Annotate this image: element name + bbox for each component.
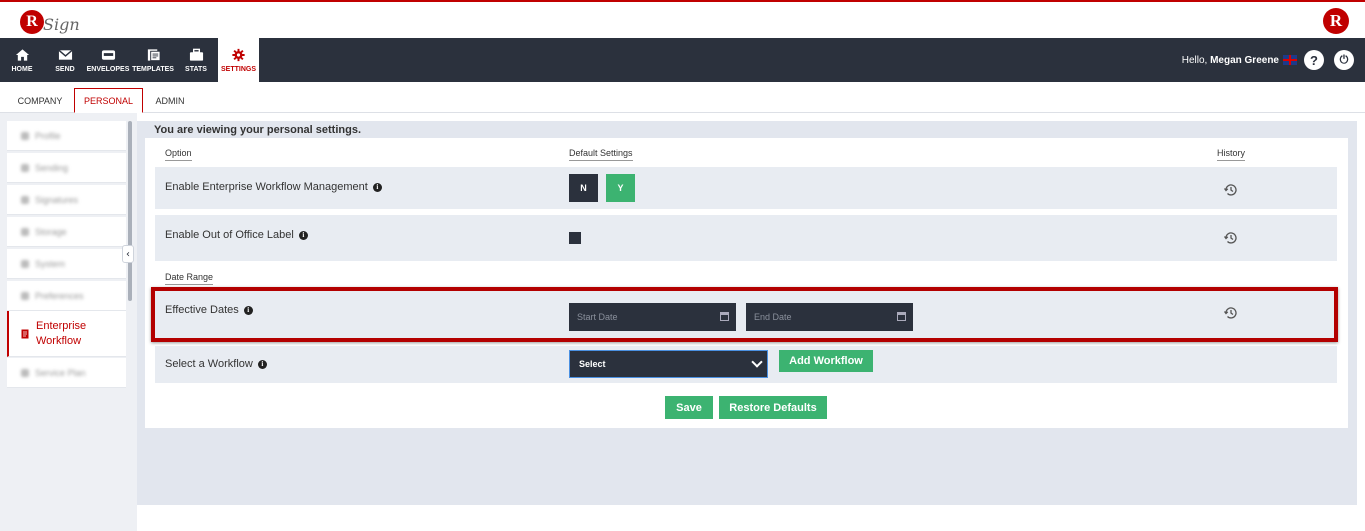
language-flag-icon[interactable] bbox=[1283, 55, 1297, 65]
gear-icon bbox=[232, 48, 245, 61]
sidebar-item-label: Profile bbox=[35, 130, 61, 141]
briefcase-icon bbox=[189, 48, 203, 61]
toggle-no-button[interactable]: N bbox=[569, 174, 598, 202]
sidebar-item-label: Storage bbox=[35, 226, 67, 237]
column-header-history: History bbox=[1217, 148, 1246, 161]
main-nav: HOME SEND ENVELOPES TEMPLATES STATS SETT… bbox=[0, 38, 1365, 82]
column-header-option: Option bbox=[165, 148, 192, 161]
nav-label: SETTINGS bbox=[220, 65, 256, 73]
document-icon bbox=[21, 329, 29, 338]
setting-label-text: Enable Out of Office Label bbox=[165, 229, 294, 241]
nav-label: STATS bbox=[185, 65, 207, 73]
envelope-icon bbox=[57, 49, 73, 60]
column-header-default-settings: Default Settings bbox=[569, 148, 633, 161]
setting-label: Enable Out of Office Label i bbox=[165, 229, 308, 241]
sidebar-item-preferences[interactable]: Preferences bbox=[7, 281, 126, 311]
brand-bar: R Sign R bbox=[0, 0, 1365, 38]
logo-script: Sign bbox=[43, 14, 80, 34]
sidebar-item-label: System bbox=[35, 258, 66, 269]
nav-home[interactable]: HOME bbox=[8, 38, 36, 82]
setting-row-out-of-office bbox=[155, 215, 1337, 261]
nav-stats[interactable]: STATS bbox=[182, 38, 210, 82]
rpost-logo: R bbox=[1323, 8, 1349, 34]
nav-label: SEND bbox=[55, 65, 75, 73]
sidebar-item-label: Preferences bbox=[35, 290, 84, 301]
sidebar-item-profile[interactable]: Profile bbox=[7, 121, 126, 151]
info-icon[interactable]: i bbox=[372, 182, 382, 192]
sidebar-item-sending[interactable]: Sending bbox=[7, 153, 126, 183]
inbox-icon bbox=[101, 49, 115, 60]
toggle-yes-button[interactable]: Y bbox=[606, 174, 635, 202]
tab-personal[interactable]: PERSONAL bbox=[74, 88, 143, 113]
help-icon[interactable]: ? bbox=[1304, 50, 1324, 70]
info-icon[interactable]: i bbox=[298, 230, 308, 240]
power-icon[interactable]: ⏻ bbox=[1334, 50, 1354, 70]
page-title: You are viewing your personal settings. bbox=[154, 124, 362, 136]
setting-label-text: Select a Workflow bbox=[165, 358, 253, 370]
settings-subtabs: COMPANY PERSONAL ADMIN bbox=[0, 82, 1365, 113]
nav-send[interactable]: SEND bbox=[52, 38, 78, 82]
sidebar-item-signatures[interactable]: Signatures bbox=[7, 185, 126, 215]
sidebar-scrollbar[interactable] bbox=[128, 121, 132, 301]
setting-label: Enable Enterprise Workflow Management i bbox=[165, 181, 382, 193]
sidebar-item-label: Service Plan bbox=[35, 367, 86, 378]
sidebar-item-storage[interactable]: Storage bbox=[7, 217, 126, 247]
highlight-box bbox=[151, 287, 1338, 342]
chevron-down-icon bbox=[751, 356, 763, 368]
tab-company[interactable]: COMPANY bbox=[8, 88, 72, 113]
setting-label: Select a Workflow i bbox=[165, 358, 267, 370]
sidebar-item-label: Enterprise Workflow bbox=[36, 319, 87, 347]
sidebar-item-enterprise-workflow[interactable]: Enterprise Workflow bbox=[7, 311, 126, 357]
sidebar-collapse-button[interactable]: ‹ bbox=[122, 245, 134, 263]
add-workflow-button[interactable]: Add Workflow bbox=[779, 350, 873, 372]
sidebar-item-label: Signatures bbox=[35, 194, 79, 205]
sidebar-item-label: Sending bbox=[35, 162, 69, 173]
home-icon bbox=[15, 48, 29, 61]
save-button[interactable]: Save bbox=[665, 396, 713, 419]
sidebar-item-service-plan[interactable]: Service Plan bbox=[7, 358, 126, 388]
setting-label-text: Enable Enterprise Workflow Management bbox=[165, 181, 368, 193]
logo-r-mark: R bbox=[20, 10, 44, 34]
nav-label: HOME bbox=[11, 65, 33, 73]
nav-settings[interactable]: SETTINGS bbox=[218, 38, 259, 82]
history-icon[interactable] bbox=[1223, 230, 1239, 246]
nav-templates[interactable]: TEMPLATES bbox=[132, 38, 174, 82]
user-greeting: Hello, Megan Greene bbox=[1182, 55, 1279, 66]
nav-label: TEMPLATES bbox=[132, 65, 174, 73]
greeting-text: Hello, bbox=[1181, 55, 1208, 66]
restore-defaults-button[interactable]: Restore Defaults bbox=[719, 396, 827, 419]
nav-label: ENVELOPES bbox=[86, 65, 130, 73]
nav-envelopes[interactable]: ENVELOPES bbox=[86, 38, 130, 82]
workflow-select[interactable]: Select bbox=[569, 350, 768, 378]
tab-admin[interactable]: ADMIN bbox=[145, 88, 195, 113]
out-of-office-checkbox[interactable] bbox=[569, 232, 581, 244]
sidebar-item-system[interactable]: System bbox=[7, 249, 126, 279]
info-icon[interactable]: i bbox=[257, 359, 267, 369]
date-range-heading: Date Range bbox=[165, 272, 214, 285]
rsign-logo[interactable]: R Sign bbox=[20, 7, 80, 37]
template-icon bbox=[147, 48, 161, 61]
workflow-select-value: Select bbox=[579, 359, 606, 369]
user-name[interactable]: Megan Greene bbox=[1210, 55, 1279, 66]
history-icon[interactable] bbox=[1223, 182, 1239, 198]
